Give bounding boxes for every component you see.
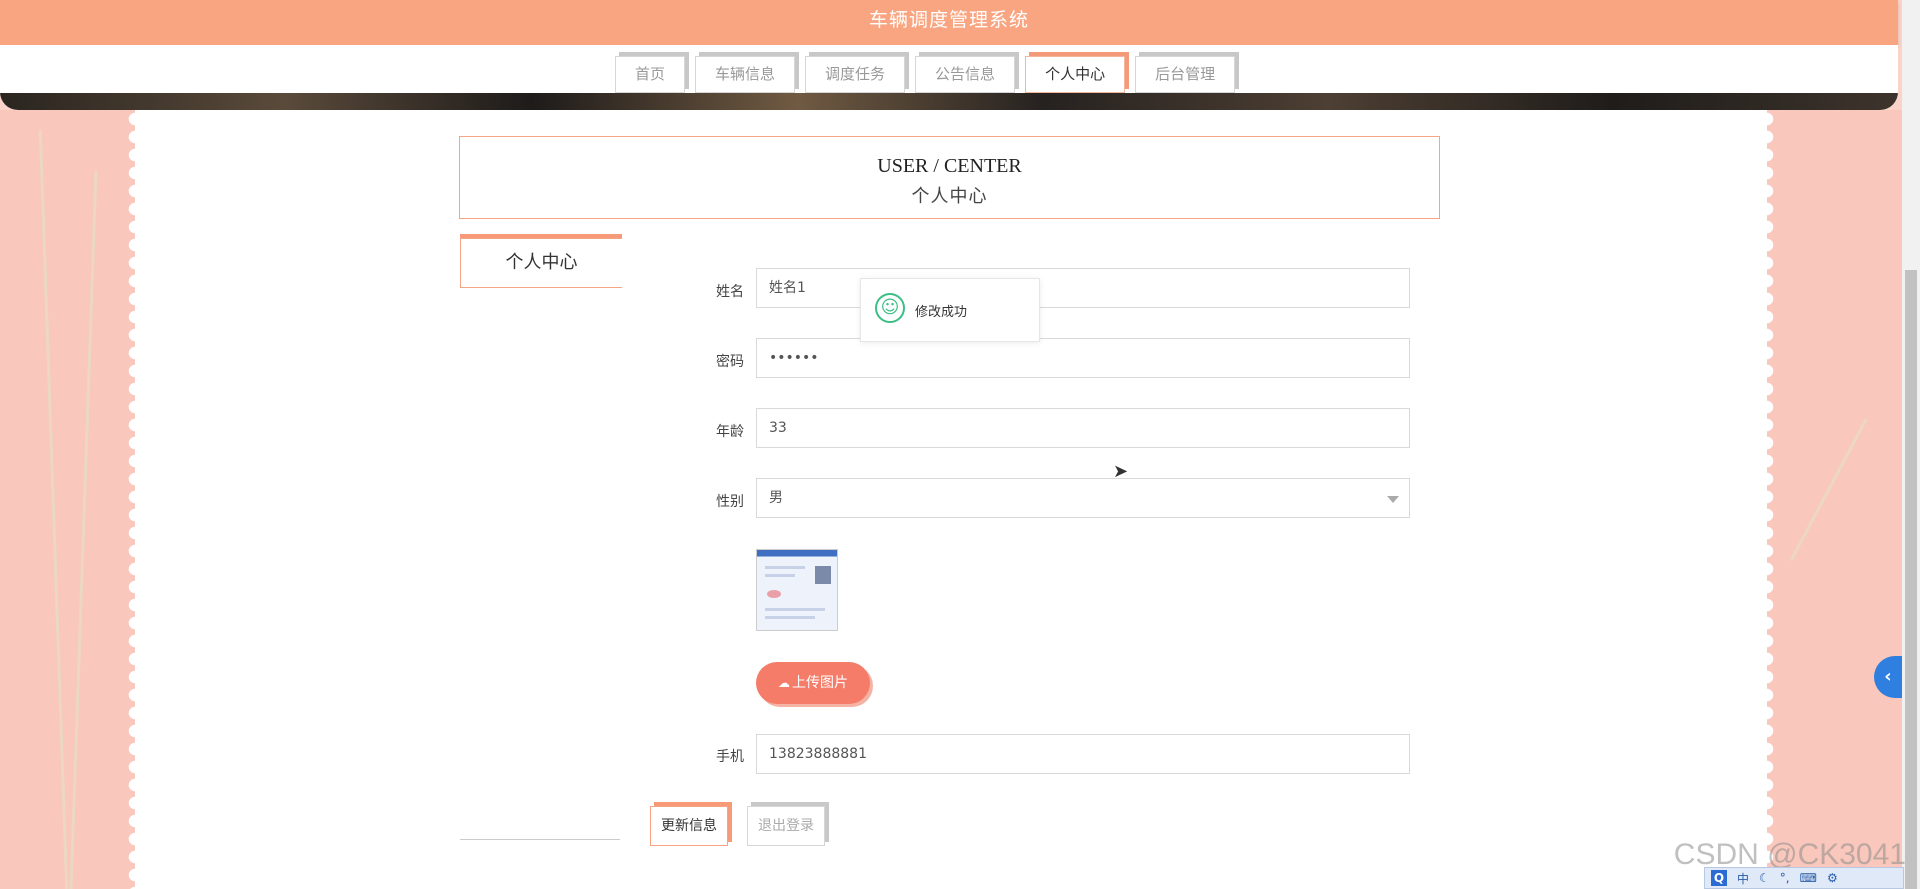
- avatar-image: [756, 549, 838, 631]
- nav-vehicle-info[interactable]: 车辆信息: [695, 56, 796, 93]
- app-title: 车辆调度管理系统: [868, 9, 1029, 31]
- avatar-seal: [767, 590, 781, 598]
- gender-label: 性别: [716, 494, 744, 510]
- mouse-cursor-icon: ➤: [1113, 461, 1129, 482]
- phone-input[interactable]: 13823888881: [756, 734, 1410, 774]
- age-label: 年龄: [716, 424, 744, 440]
- city-banner-strip: [0, 93, 1898, 110]
- nav-admin[interactable]: 后台管理: [1135, 56, 1236, 93]
- ime-logo-icon: Q: [1711, 870, 1727, 886]
- left-decoration: [0, 110, 142, 889]
- page-title-zh: 个人中心: [911, 186, 988, 206]
- success-toast: ☺ 修改成功: [860, 278, 1040, 342]
- password-input[interactable]: ••••••: [756, 338, 1410, 378]
- nav-announcements[interactable]: 公告信息: [915, 56, 1016, 93]
- top-header: 车辆调度管理系统: [0, 0, 1898, 45]
- page-title-en: USER / CENTER: [877, 155, 1022, 177]
- update-info-button[interactable]: 更新信息: [650, 806, 728, 846]
- age-input[interactable]: 33: [756, 408, 1410, 448]
- upload-label: 上传图片: [792, 675, 848, 691]
- right-decoration: [1760, 110, 1902, 889]
- settings-icon[interactable]: ⚙: [1827, 871, 1838, 885]
- upload-image-button[interactable]: ☁ 上传图片: [756, 662, 870, 704]
- password-label: 密码: [716, 354, 744, 370]
- nav-dispatch-tasks[interactable]: 调度任务: [805, 56, 906, 93]
- punctuation-icon[interactable]: °,: [1780, 871, 1790, 885]
- toast-message: 修改成功: [915, 305, 968, 320]
- decor-stem: [1789, 418, 1868, 562]
- cloud-upload-icon: ☁: [778, 676, 790, 690]
- sidebar-divider: [460, 839, 620, 840]
- nav-home[interactable]: 首页: [615, 56, 686, 93]
- avatar-text-line: [765, 566, 805, 569]
- name-input[interactable]: 姓名1: [756, 268, 1410, 308]
- scrollbar-thumb[interactable]: [1905, 270, 1917, 889]
- chevron-down-icon: [1387, 496, 1399, 503]
- gender-value: 男: [769, 490, 783, 506]
- keyboard-icon[interactable]: ⌨: [1800, 871, 1817, 885]
- avatar-text-line: [765, 574, 795, 577]
- moon-icon[interactable]: ☾: [1759, 871, 1770, 885]
- ime-toolbar[interactable]: Q 中 ☾ °, ⌨ ⚙: [1704, 867, 1904, 889]
- phone-label: 手机: [716, 749, 744, 765]
- gender-select[interactable]: 男: [756, 478, 1410, 518]
- page-scrollbar[interactable]: [1902, 0, 1920, 889]
- decor-stem: [69, 170, 98, 889]
- nav-user-center[interactable]: 个人中心: [1025, 56, 1126, 93]
- sidebar-item-user-center[interactable]: 个人中心: [460, 238, 622, 288]
- avatar-text-line: [765, 608, 825, 611]
- ime-language[interactable]: 中: [1737, 870, 1749, 887]
- decor-stem: [38, 130, 69, 889]
- page-title-box: USER / CENTER 个人中心: [452, 129, 1440, 219]
- main-nav: 首页 车辆信息 调度任务 公告信息 个人中心 后台管理: [615, 56, 1236, 93]
- avatar-photo: [815, 566, 831, 584]
- name-label: 姓名: [716, 284, 744, 300]
- logout-button[interactable]: 退出登录: [747, 806, 825, 846]
- smile-icon: ☺: [875, 293, 905, 323]
- avatar-text-line: [765, 616, 815, 619]
